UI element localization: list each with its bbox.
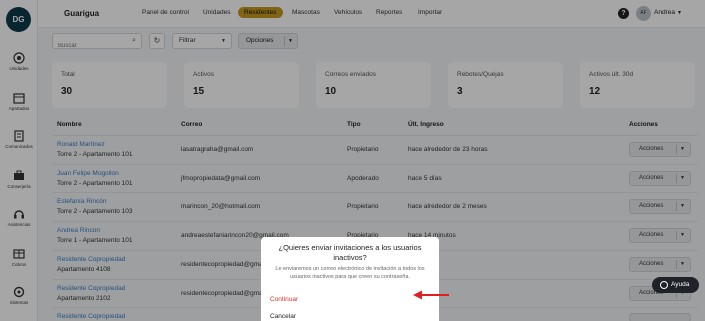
red-arrow-annotation <box>413 290 449 300</box>
invite-dialog: ¿Quieres enviar invitaciones a los usuar… <box>261 237 439 321</box>
continue-button[interactable]: Continuar <box>270 296 298 303</box>
cancel-button[interactable]: Cancelar <box>270 313 296 320</box>
chat-bubble-icon <box>660 281 668 289</box>
help-button-label: Ayuda <box>671 281 690 288</box>
dialog-title: ¿Quieres enviar invitaciones a los usuar… <box>278 243 422 262</box>
help-chat-button[interactable]: Ayuda <box>652 277 699 293</box>
dialog-message: Le enviaremos un correo electrónico de i… <box>275 266 425 280</box>
